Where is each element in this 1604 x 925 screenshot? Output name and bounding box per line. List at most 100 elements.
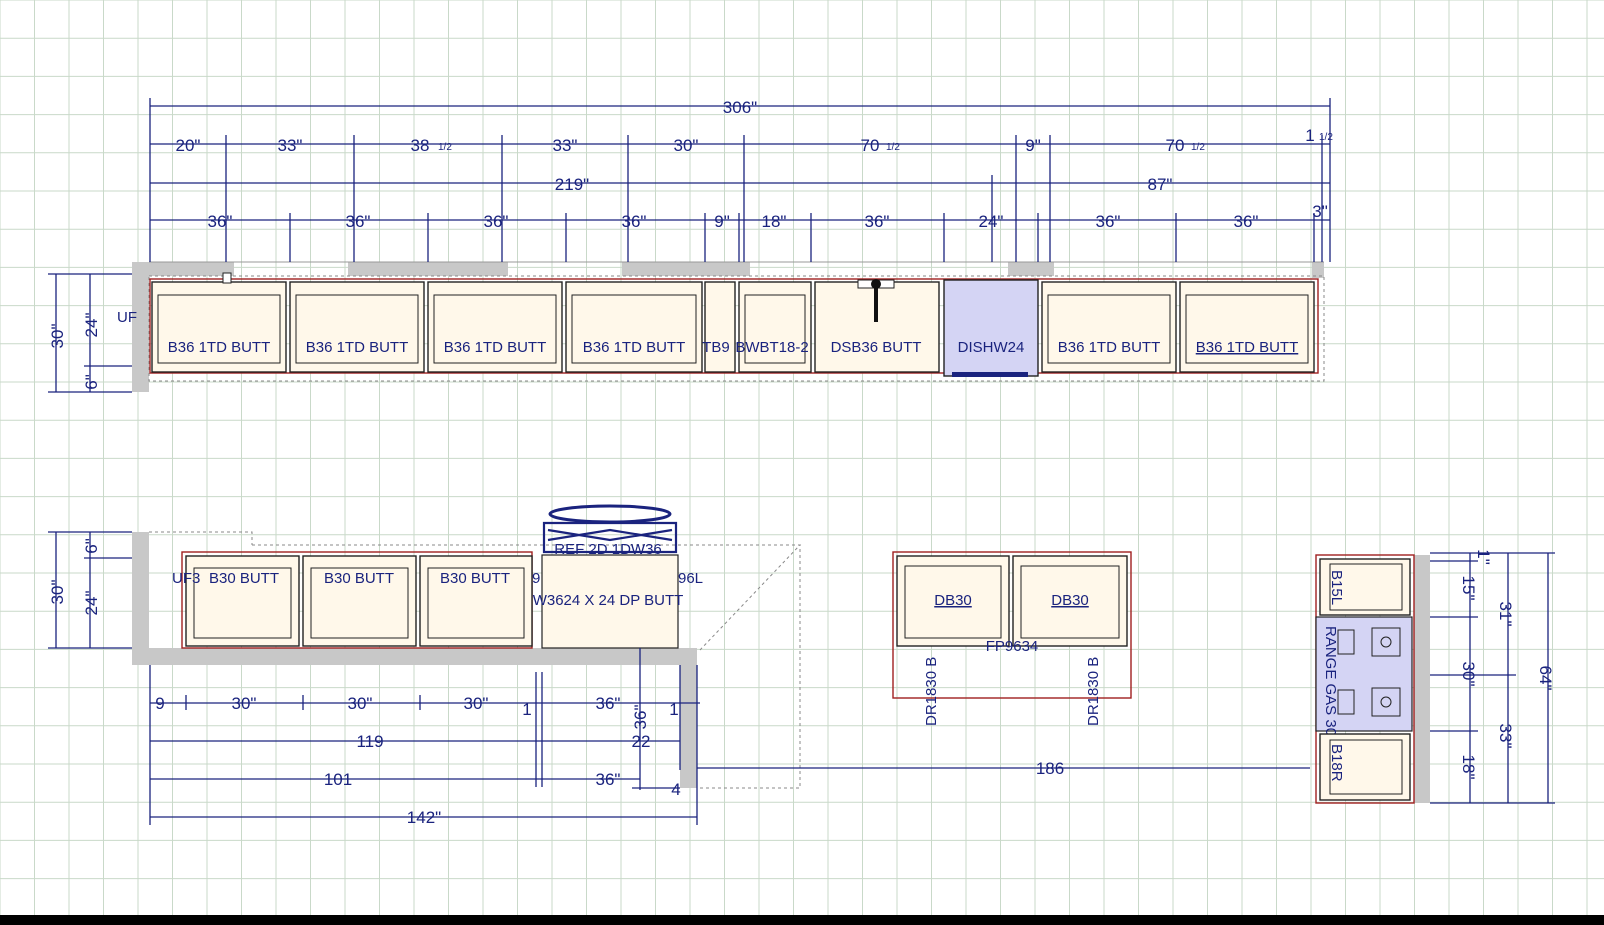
dim-label: 101 [324,770,352,789]
dim-label: 64" [1536,666,1555,691]
dim-label: 9" [1025,136,1041,155]
cabinet-label: B30 BUTT [209,570,279,587]
dim-label: 30" [48,324,67,349]
dim-fraction: 1/2 [438,142,452,153]
side-label: DR1830 B [1085,657,1102,726]
cabinet[interactable]: B36 1TD BUTT [1041,281,1177,373]
dim-label: 3" [1312,202,1328,221]
cabinet-label: B36 1TD BUTT [1058,339,1161,356]
cabinet-label: W3624 X 24 DP BUTT [533,592,684,609]
outlet-icon [222,272,232,284]
cabinet-label: RANGE GAS 30 [1322,626,1339,736]
bottom-run: B30 BUTT B30 BUTT B30 BUTT UF3 REF 2D 1D… [48,504,802,827]
side-label: DR1830 B [923,657,940,726]
dim-label: 9" [714,212,730,231]
cabinet-label: REF 2D 1DW36 [554,541,662,558]
dim-label: 15" [1459,576,1478,601]
wall-left-bottom [132,532,149,664]
cabinet-box [704,281,736,373]
dim-label: 70 [1166,136,1185,155]
dim-label: 70 [861,136,880,155]
dimension-labels-top: 306" 20" 33" 38 1/2 33" 30" 70 1/2 9" 70… [176,98,1334,231]
dim-label: 6" [82,374,101,390]
dim-label: 219" [555,175,589,194]
cabinet-label: B36 1TD BUTT [306,339,409,356]
dim-label: 6" [82,538,101,554]
dim-label: 1 [1305,126,1314,145]
island: DB30 DB30 FP9634 DR1830 B DR1830 B 186 [697,551,1310,778]
appliance[interactable]: DISHW24 [943,279,1039,377]
dim-label: 1" [1474,549,1493,565]
cabinet[interactable]: B18R [1319,733,1411,801]
dim-label: 36" [208,212,233,231]
cabinet[interactable]: B36 1TD BUTT [427,281,563,373]
dim-label: 142" [407,808,441,827]
cabinet-label: BWBT18-2 [735,339,808,356]
dim-label: 38 [411,136,430,155]
dim-label: 119 [356,732,383,751]
cabinet[interactable]: BWBT18-2 [735,281,812,373]
dim-overall: 306" [723,98,757,117]
dim-label: 24" [82,591,101,616]
dimension-lines-bottom [149,648,700,825]
dim-label: 22 [632,732,651,751]
dim-label: 24" [82,313,101,338]
dim-label: 1 [522,700,531,719]
cabinet-label: B18R [1328,744,1345,782]
cabinet-label: DISHW24 [958,339,1025,356]
dim-label: 36" [1234,212,1259,231]
cabinet[interactable]: B36 1TD BUTT [1179,281,1315,373]
dim-label: 36" [1096,212,1121,231]
dim-label: 36" [596,694,621,713]
cabinet[interactable]: B30 BUTT [419,555,533,647]
dim-label: 18" [762,212,787,231]
dishwasher-box [943,279,1039,377]
dim-label: 186 [1036,759,1064,778]
wall-top-segment [348,262,508,276]
dim-label: 30" [232,694,257,713]
cabinet[interactable]: B30 BUTT [302,555,417,647]
cabinet-label: B30 BUTT [440,570,510,587]
dim-label: 36" [631,705,650,730]
dim-label: 18" [1459,755,1478,780]
dim-label: 36" [346,212,371,231]
dim-label: 36" [484,212,509,231]
dim-label: 87" [1148,175,1173,194]
wall-top-segment [149,262,234,276]
cabinet[interactable]: DB30 [896,555,1010,647]
dim-label: 30" [1459,662,1478,687]
dim-label: 36" [622,212,647,231]
dim-fraction: 1/2 [1191,142,1205,153]
dishwasher-handle [952,372,1028,377]
cabinet[interactable]: B36 1TD BUTT [151,281,287,373]
dim-label: 20" [176,136,201,155]
wall-top-segment [622,262,750,276]
top-run: B36 1TD BUTT B36 1TD BUTT B36 1TD BUTT B… [48,98,1334,393]
wall-right-bottom [680,648,697,788]
cabinet[interactable]: TB9 [702,281,736,373]
cabinet-label: 9 [532,570,540,587]
cabinet-label: DSB36 BUTT [831,339,922,356]
refrigerator[interactable]: REF 2D 1DW36 W3624 X 24 DP BUTT [533,504,684,649]
wall-range [1414,555,1430,803]
cabinet[interactable]: DB30 [1012,555,1128,647]
dim-fraction: 1/2 [886,142,900,153]
dim-label: 30" [348,694,373,713]
dim-label: 31" [1496,602,1515,627]
cabinet[interactable]: B30 BUTT [185,555,300,647]
appliance[interactable]: RANGE GAS 30 [1315,616,1413,736]
cabinet-label: TB9 [702,339,730,356]
cabinet[interactable]: B36 1TD BUTT [565,281,703,373]
dim-label: 33" [553,136,578,155]
dim-fraction: 1/2 [1319,132,1333,143]
cabinet[interactable]: DSB36 BUTT [814,279,940,373]
floor-plan-canvas: B36 1TD BUTT B36 1TD BUTT B36 1TD BUTT B… [0,0,1604,915]
cabinet-label: DB30 [1051,592,1089,609]
cabinet[interactable]: B15L [1319,558,1411,616]
cabinet[interactable]: B36 1TD BUTT [289,281,425,373]
ref-icon [548,504,672,524]
dim-label: 24" [979,212,1004,231]
uf-label: UF [117,309,137,326]
dim-label: 4 [671,780,680,799]
dim-label: 36" [865,212,890,231]
